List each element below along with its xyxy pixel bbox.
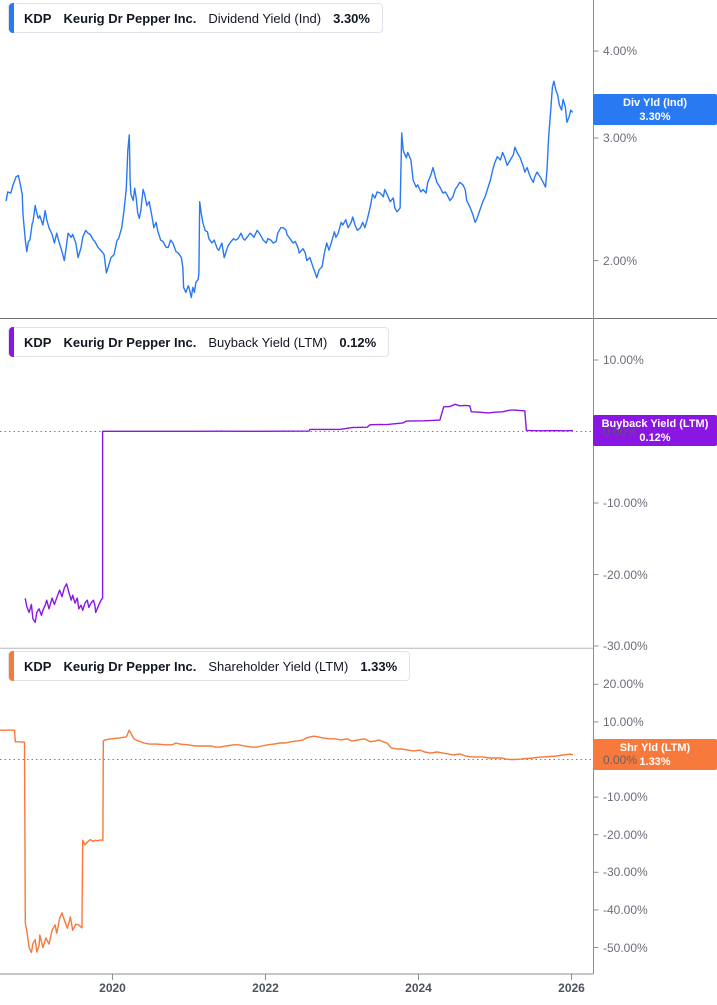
x-axis-label: 2020	[99, 981, 126, 995]
legend-accent-bar	[9, 327, 14, 357]
y-axis-label: 0.00%	[603, 424, 638, 439]
metric-value: 1.33%	[360, 658, 398, 674]
pane-legend-shareholder-yield[interactable]: KDP Keurig Dr Pepper Inc. Shareholder Yi…	[8, 651, 411, 681]
metric-name: Buyback Yield (LTM)	[208, 334, 328, 350]
metric-value: 0.12%	[339, 334, 377, 350]
company-name: Keurig Dr Pepper Inc.	[63, 334, 197, 350]
pane-legend-dividend-yield[interactable]: KDP Keurig Dr Pepper Inc. Dividend Yield…	[8, 3, 383, 33]
y-axis-label: -30.00%	[603, 639, 648, 653]
legend-accent-bar	[9, 3, 14, 33]
badge-value-label: 3.30%	[639, 110, 671, 123]
y-axis-label: -40.00%	[603, 902, 648, 917]
company-name: Keurig Dr Pepper Inc.	[63, 10, 197, 26]
y-axis-label: -50.00%	[603, 940, 648, 955]
y-axis-label: 10.00%	[603, 714, 644, 729]
series-line	[0, 729, 573, 954]
y-axis-label: -20.00%	[603, 827, 648, 842]
last-value-badge-dividend-yield: Div Yld (Ind) 3.30%	[593, 93, 717, 125]
y-axis-label: 2.00%	[603, 253, 638, 268]
ticker-symbol: KDP	[24, 658, 52, 674]
y-axis-label: 3.00%	[603, 131, 638, 146]
y-axis-label: 4.00%	[603, 44, 638, 59]
ticker-symbol: KDP	[24, 10, 52, 26]
y-axis-label: 0.00%	[603, 752, 638, 767]
legend-accent-bar	[9, 651, 14, 681]
y-axis-label: -20.00%	[603, 567, 648, 582]
y-axis-label: 10.00%	[603, 353, 644, 367]
multi-pane-stock-chart: KDP Keurig Dr Pepper Inc. Dividend Yield…	[0, 0, 717, 1005]
pane-legend-buyback-yield[interactable]: KDP Keurig Dr Pepper Inc. Buyback Yield …	[8, 327, 390, 357]
x-axis-label: 2022	[252, 981, 279, 995]
y-axis-label: -10.00%	[603, 496, 648, 510]
series-line	[5, 80, 573, 299]
y-axis-label: -30.00%	[603, 865, 648, 880]
ticker-symbol: KDP	[24, 334, 52, 350]
badge-metric-label: Div Yld (Ind)	[623, 96, 687, 109]
metric-name: Dividend Yield (Ind)	[208, 10, 322, 26]
metric-value: 3.30%	[333, 10, 370, 26]
y-axis-label: -10.00%	[603, 790, 648, 805]
y-axis-label: 20.00%	[603, 677, 644, 692]
company-name: Keurig Dr Pepper Inc.	[63, 658, 197, 674]
x-axis-label: 2024	[405, 981, 432, 995]
x-axis-label: 2026	[558, 981, 585, 995]
metric-name: Shareholder Yield (LTM)	[208, 658, 349, 674]
series-line	[24, 403, 573, 624]
